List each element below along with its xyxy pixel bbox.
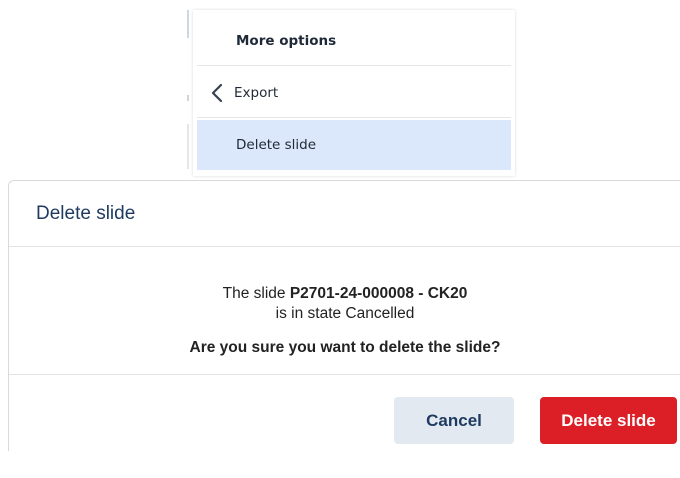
background-divider xyxy=(187,10,189,38)
menu-header: More options xyxy=(197,16,511,66)
menu-header-label: More options xyxy=(236,32,337,49)
message-prefix: The slide xyxy=(222,285,286,302)
slide-id: P2701-24-000008 - CK20 xyxy=(289,285,468,302)
menu-item-delete-slide-label: Delete slide xyxy=(236,137,317,153)
message-line-state: is in state Cancelled xyxy=(275,305,415,322)
message-line-slide: The slide P2701-24-000008 - CK20 xyxy=(9,285,680,303)
confirmation-question: Are you sure you want to delete the slid… xyxy=(189,339,501,356)
cancel-button[interactable]: Cancel xyxy=(394,397,514,444)
menu-item-export-label: Export xyxy=(234,84,279,101)
chevron-left-icon[interactable] xyxy=(210,83,224,103)
menu-item-export[interactable]: Export xyxy=(197,68,511,118)
dialog-title: Delete slide xyxy=(36,202,136,224)
background-divider xyxy=(187,95,189,101)
menu-item-delete-slide[interactable]: Delete slide xyxy=(197,120,511,170)
dialog-header: Delete slide xyxy=(9,181,680,247)
dialog-footer: Cancel Delete slide xyxy=(9,375,680,449)
more-options-menu: More options Export Delete slide xyxy=(193,10,515,176)
delete-slide-dialog: Delete slide The slide P2701-24-000008 -… xyxy=(8,180,680,451)
delete-slide-button[interactable]: Delete slide xyxy=(540,397,677,444)
background-divider xyxy=(187,124,189,169)
dialog-body: The slide P2701-24-000008 - CK20 is in s… xyxy=(9,247,680,375)
